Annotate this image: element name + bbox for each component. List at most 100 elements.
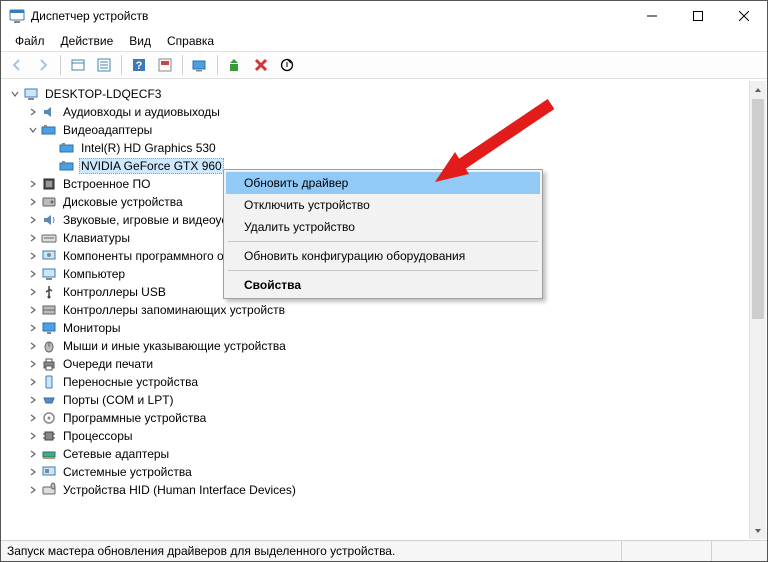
- toolbar-disable[interactable]: [275, 53, 299, 77]
- ctx-properties[interactable]: Свойства: [226, 274, 540, 296]
- chevron-right-icon[interactable]: [27, 466, 39, 478]
- scroll-up-arrow-icon[interactable]: [750, 81, 766, 98]
- chevron-right-icon[interactable]: [27, 232, 39, 244]
- tree-category-portable[interactable]: Переносные устройства: [5, 373, 767, 391]
- tree-category-mouse[interactable]: Мыши и иные указывающие устройства: [5, 337, 767, 355]
- monitor-icon: [41, 320, 57, 336]
- tree-category-hid[interactable]: Устройства HID (Human Interface Devices): [5, 481, 767, 499]
- software-icon: [41, 248, 57, 264]
- portable-icon: [41, 374, 57, 390]
- vertical-scrollbar[interactable]: [749, 81, 766, 539]
- tree-category-cpu[interactable]: Процессоры: [5, 427, 767, 445]
- chevron-right-icon[interactable]: [27, 214, 39, 226]
- tree-root-label: DESKTOP-LDQECF3: [43, 87, 163, 101]
- menu-action[interactable]: Действие: [53, 32, 122, 50]
- device-label: NVIDIA GeForce GTX 960: [79, 158, 224, 174]
- chevron-down-icon[interactable]: [9, 88, 21, 100]
- display-adapter-icon: [59, 158, 75, 174]
- firmware-icon: [41, 176, 57, 192]
- network-icon: [41, 446, 57, 462]
- toolbar-separator: [60, 55, 61, 75]
- toolbar: ?: [1, 51, 767, 79]
- category-label: Контроллеры запоминающих устройств: [61, 303, 287, 317]
- display-adapter-icon: [59, 140, 75, 156]
- maximize-button[interactable]: [675, 1, 721, 31]
- toolbar-uninstall[interactable]: [249, 53, 273, 77]
- chevron-right-icon[interactable]: [27, 286, 39, 298]
- category-label: Компьютер: [61, 267, 127, 281]
- chevron-right-icon[interactable]: [27, 448, 39, 460]
- ctx-disable-device[interactable]: Отключить устройство: [226, 194, 540, 216]
- toolbar-properties[interactable]: [92, 53, 116, 77]
- toolbar-scan[interactable]: [188, 53, 212, 77]
- tree-category-softdev[interactable]: Программные устройства: [5, 409, 767, 427]
- chevron-right-icon[interactable]: [27, 376, 39, 388]
- toolbar-show-hidden[interactable]: [66, 53, 90, 77]
- chevron-right-icon[interactable]: [27, 430, 39, 442]
- chevron-right-icon[interactable]: [27, 322, 39, 334]
- chevron-right-icon[interactable]: [27, 412, 39, 424]
- chevron-down-icon[interactable]: [27, 124, 39, 136]
- category-label: Аудиовходы и аудиовыходы: [61, 105, 222, 119]
- chevron-right-icon[interactable]: [27, 268, 39, 280]
- keyboard-icon: [41, 230, 57, 246]
- chevron-right-icon[interactable]: [27, 340, 39, 352]
- device-tree[interactable]: DESKTOP-LDQECF3 Аудиовходы и аудиовыходы…: [1, 81, 767, 539]
- chevron-right-icon[interactable]: [27, 178, 39, 190]
- port-icon: [41, 392, 57, 408]
- toolbar-update-driver[interactable]: [223, 53, 247, 77]
- chevron-right-icon[interactable]: [27, 250, 39, 262]
- usb-icon: [41, 284, 57, 300]
- ctx-uninstall-device[interactable]: Удалить устройство: [226, 216, 540, 238]
- chevron-right-icon[interactable]: [27, 106, 39, 118]
- chevron-right-icon[interactable]: [27, 304, 39, 316]
- menu-help[interactable]: Справка: [159, 32, 222, 50]
- chevron-right-icon[interactable]: [27, 394, 39, 406]
- tree-category-monitor[interactable]: Мониторы: [5, 319, 767, 337]
- menubar: Файл Действие Вид Справка: [1, 31, 767, 51]
- tree-root[interactable]: DESKTOP-LDQECF3: [5, 85, 767, 103]
- category-label: Встроенное ПО: [61, 177, 152, 191]
- category-label: Клавиатуры: [61, 231, 132, 245]
- tree-category-storage[interactable]: Контроллеры запоминающих устройств: [5, 301, 767, 319]
- toolbar-forward[interactable]: [31, 53, 55, 77]
- category-label: Программные устройства: [61, 411, 208, 425]
- category-label: Видеоадаптеры: [61, 123, 154, 137]
- window-title: Диспетчер устройств: [31, 9, 629, 23]
- ctx-update-driver[interactable]: Обновить драйвер: [226, 172, 540, 194]
- menu-view[interactable]: Вид: [121, 32, 159, 50]
- category-label: Очереди печати: [61, 357, 155, 371]
- context-menu: Обновить драйвер Отключить устройство Уд…: [223, 169, 543, 299]
- hid-icon: [41, 482, 57, 498]
- category-label: Порты (COM и LPT): [61, 393, 176, 407]
- disk-icon: [41, 194, 57, 210]
- toolbar-back[interactable]: [5, 53, 29, 77]
- chevron-right-icon[interactable]: [27, 196, 39, 208]
- category-label: Устройства HID (Human Interface Devices): [61, 483, 298, 497]
- ctx-scan-hardware[interactable]: Обновить конфигурацию оборудования: [226, 245, 540, 267]
- menu-file[interactable]: Файл: [7, 32, 53, 50]
- tree-category-audio[interactable]: Аудиовходы и аудиовыходы: [5, 103, 767, 121]
- scrollbar-thumb[interactable]: [752, 99, 764, 319]
- tree-device-intel[interactable]: Intel(R) HD Graphics 530: [5, 139, 767, 157]
- category-label: Переносные устройства: [61, 375, 200, 389]
- close-button[interactable]: [721, 1, 767, 31]
- category-label: Мониторы: [61, 321, 122, 335]
- ctx-separator: [228, 270, 538, 271]
- toolbar-separator: [217, 55, 218, 75]
- scroll-down-arrow-icon[interactable]: [750, 522, 766, 539]
- category-label: Контроллеры USB: [61, 285, 168, 299]
- chevron-right-icon[interactable]: [27, 484, 39, 496]
- ctx-separator: [228, 241, 538, 242]
- tree-category-display[interactable]: Видеоадаптеры: [5, 121, 767, 139]
- twisty-none: [45, 142, 57, 154]
- tree-category-ports[interactable]: Порты (COM и LPT): [5, 391, 767, 409]
- computer-icon: [23, 86, 39, 102]
- minimize-button[interactable]: [629, 1, 675, 31]
- chevron-right-icon[interactable]: [27, 358, 39, 370]
- toolbar-action[interactable]: [153, 53, 177, 77]
- toolbar-help[interactable]: ?: [127, 53, 151, 77]
- tree-category-system[interactable]: Системные устройства: [5, 463, 767, 481]
- tree-category-printq[interactable]: Очереди печати: [5, 355, 767, 373]
- tree-category-network[interactable]: Сетевые адаптеры: [5, 445, 767, 463]
